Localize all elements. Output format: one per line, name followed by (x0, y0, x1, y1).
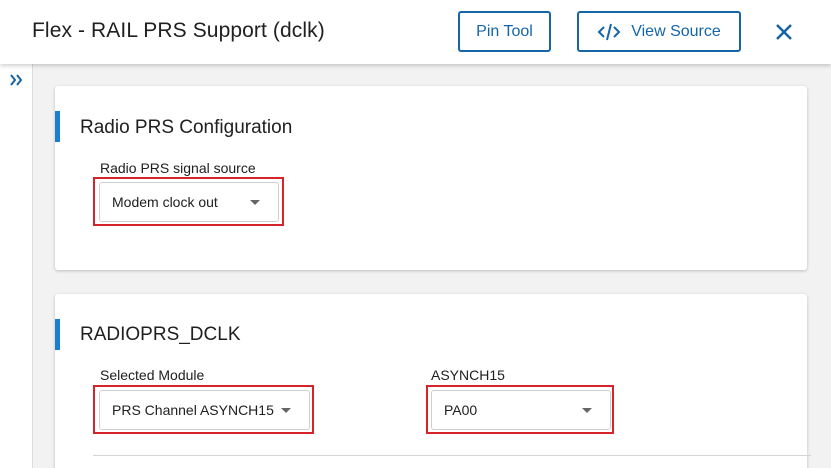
select-value: PRS Channel ASYNCH15 (112, 402, 274, 418)
section-title: RADIOPRS_DCLK (80, 324, 241, 345)
side-gutter (0, 64, 33, 468)
select-value: Modem clock out (112, 194, 218, 210)
close-icon[interactable] (772, 20, 796, 44)
code-icon (597, 22, 621, 42)
section-title: Radio PRS Configuration (80, 117, 293, 138)
asynch15-select[interactable]: PA00 (431, 390, 611, 430)
double-chevron-right-icon[interactable] (8, 72, 24, 88)
section-accent-bar (55, 319, 60, 350)
radio-prs-configuration-card: Radio PRS Configuration Radio PRS signal… (55, 86, 807, 270)
select-value: PA00 (444, 402, 478, 418)
pin-tool-label: Pin Tool (476, 22, 533, 40)
asynch15-label: ASYNCH15 (431, 367, 505, 383)
divider (93, 455, 811, 456)
dropdown-caret-icon (582, 408, 592, 413)
dropdown-caret-icon (250, 200, 260, 205)
dropdown-caret-icon (281, 408, 291, 413)
section-accent-bar (55, 111, 60, 142)
selected-module-label: Selected Module (100, 367, 205, 383)
selected-module-select[interactable]: PRS Channel ASYNCH15 (99, 390, 310, 430)
pin-tool-button[interactable]: Pin Tool (458, 11, 551, 52)
header-bar: Flex - RAIL PRS Support (dclk) Pin Tool … (0, 0, 831, 64)
page-title: Flex - RAIL PRS Support (dclk) (32, 19, 325, 42)
radio-prs-signal-source-select[interactable]: Modem clock out (99, 182, 279, 222)
radio-prs-signal-source-label: Radio PRS signal source (100, 160, 256, 176)
content-area: Radio PRS Configuration Radio PRS signal… (33, 64, 831, 468)
radioprs-dclk-card: RADIOPRS_DCLK Selected Module PRS Channe… (55, 294, 811, 468)
view-source-button[interactable]: View Source (577, 11, 741, 52)
view-source-label: View Source (631, 22, 721, 40)
